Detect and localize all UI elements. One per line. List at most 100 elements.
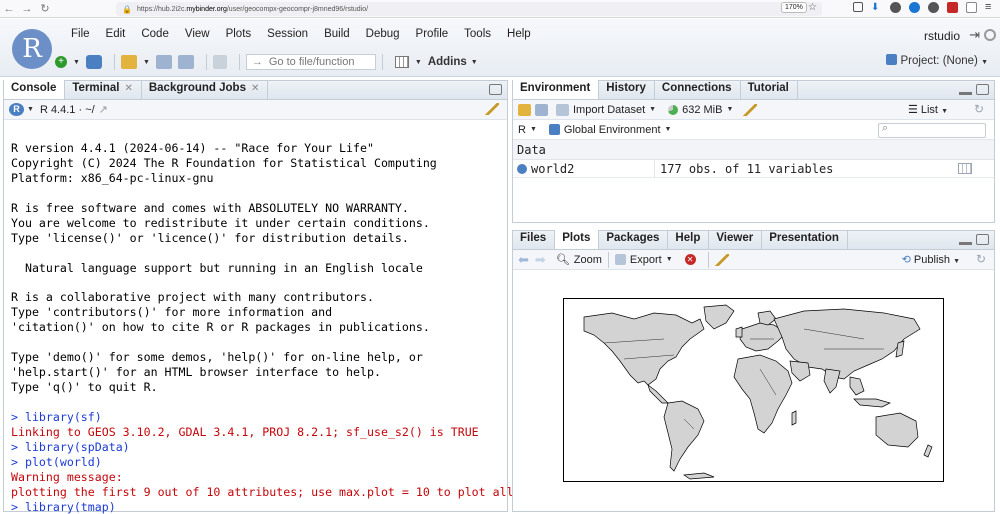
refresh-icon[interactable]: ↻ [976, 252, 986, 266]
open-file-icon[interactable] [120, 55, 137, 69]
chevron-down-icon[interactable]: ▼ [27, 106, 34, 113]
environment-icon [548, 124, 560, 135]
extension-icon[interactable] [890, 2, 901, 13]
tab-background-jobs[interactable]: Background Jobs ✕ [142, 80, 269, 99]
tab-files[interactable]: Files [513, 230, 556, 249]
back-icon[interactable]: ← [0, 3, 18, 15]
zoom-button[interactable]: Zoom [574, 254, 602, 266]
reload-icon[interactable]: ↻ [36, 2, 54, 15]
bookmark-star-icon[interactable]: ☆ [808, 2, 817, 13]
menu-view[interactable]: View [177, 28, 218, 40]
scandinavia-shape [757, 310, 777, 326]
remove-plot-icon[interactable]: ✕ [684, 254, 696, 265]
new-file-icon[interactable]: + [55, 56, 67, 68]
shield-icon[interactable] [947, 2, 958, 13]
console-output-line: 'help.start()' for an HTML browser inter… [11, 365, 381, 380]
menu-code[interactable]: Code [133, 28, 177, 40]
close-icon[interactable]: ✕ [124, 83, 132, 94]
publish-button[interactable]: ⟲ Publish ▼ [902, 253, 966, 266]
restore-pane-icon[interactable] [489, 84, 502, 95]
chevron-down-icon[interactable]: ▼ [73, 59, 80, 66]
environment-search-input[interactable] [878, 122, 986, 138]
sign-out-icon[interactable]: ⇥ [969, 27, 980, 43]
tab-tutorial[interactable]: Tutorial [741, 80, 798, 99]
chevron-down-icon[interactable]: ▼ [530, 126, 537, 133]
table-row[interactable]: world2 177 obs. of 11 variables [513, 159, 994, 178]
south-america-shape [663, 400, 705, 472]
load-workspace-icon[interactable] [518, 103, 531, 116]
tab-presentation[interactable]: Presentation [762, 230, 848, 249]
expand-object-icon[interactable] [517, 163, 527, 174]
forward-icon[interactable]: → [18, 3, 36, 15]
chevron-down-icon[interactable]: ▼ [665, 126, 672, 133]
chevron-down-icon[interactable]: ▼ [666, 256, 673, 263]
save-all-icon[interactable] [177, 55, 194, 69]
menu-help[interactable]: Help [499, 28, 539, 40]
chevron-down-icon[interactable]: ▼ [471, 59, 478, 66]
r-language-icon[interactable]: R [9, 103, 24, 116]
working-directory[interactable]: ~/ [85, 104, 94, 116]
print-icon[interactable] [212, 55, 227, 69]
tab-console[interactable]: Console [4, 80, 66, 99]
arrow-left-icon[interactable]: ⬅ [518, 252, 529, 268]
workspace-panes-icon[interactable] [394, 56, 409, 68]
menu-session[interactable]: Session [259, 28, 316, 40]
tab-connections[interactable]: Connections [655, 80, 741, 99]
main-toolbar: + ▼ ▼ Go to file/function ▼ Addins ▼ [55, 52, 484, 72]
pocket-icon[interactable] [853, 2, 863, 12]
goto-file-input[interactable]: Go to file/function [245, 54, 376, 70]
close-icon[interactable]: ✕ [251, 83, 259, 94]
export-button[interactable]: Export [630, 254, 662, 266]
minimize-pane-icon[interactable] [959, 237, 972, 245]
console-output[interactable]: R version 4.4.1 (2024-06-14) -- "Race fo… [4, 120, 514, 514]
chevron-down-icon[interactable]: ▼ [649, 106, 656, 113]
menu-edit[interactable]: Edit [98, 28, 134, 40]
project-menu[interactable]: Project: (None) ▼ [885, 54, 994, 67]
account-icon[interactable] [909, 2, 920, 13]
clear-console-icon[interactable] [485, 103, 499, 115]
menu-tools[interactable]: Tools [456, 28, 499, 40]
plot-output[interactable] [563, 298, 944, 482]
addon-icon[interactable] [928, 2, 939, 13]
tab-history[interactable]: History [599, 80, 655, 99]
chevron-down-icon[interactable]: ▼ [415, 59, 422, 66]
tab-packages[interactable]: Packages [599, 230, 669, 249]
chevron-down-icon[interactable]: ▼ [143, 59, 150, 66]
download-icon[interactable]: ⬇ [871, 2, 882, 13]
go-to-directory-icon[interactable]: ↗ [99, 103, 108, 116]
madagascar-shape [791, 410, 797, 426]
save-workspace-icon[interactable] [535, 103, 548, 116]
menu-profile[interactable]: Profile [408, 28, 457, 40]
minimize-pane-icon[interactable] [959, 87, 972, 95]
chevron-down-icon[interactable]: ▼ [726, 106, 733, 113]
list-view-menu[interactable]: ☰ List ▼ [908, 103, 954, 116]
clear-environment-icon[interactable] [743, 103, 758, 116]
menu-build[interactable]: Build [316, 28, 358, 40]
zoom-level[interactable]: 170% [781, 2, 807, 13]
arrow-right-icon[interactable]: ➡ [535, 252, 546, 268]
view-data-icon[interactable] [958, 163, 972, 174]
tab-environment[interactable]: Environment [513, 80, 600, 99]
extensions-icon[interactable] [966, 2, 977, 13]
save-icon[interactable] [155, 55, 172, 69]
tab-plots[interactable]: Plots [555, 230, 600, 249]
addins-menu[interactable]: Addins [428, 56, 467, 68]
language-selector[interactable]: R [518, 124, 526, 136]
tab-viewer[interactable]: Viewer [709, 230, 763, 249]
maximize-pane-icon[interactable] [976, 84, 989, 95]
tab-help[interactable]: Help [668, 230, 710, 249]
import-dataset-button[interactable]: Import Dataset [573, 104, 645, 116]
menu-file[interactable]: File [63, 28, 98, 40]
maximize-pane-icon[interactable] [976, 234, 989, 245]
clear-plots-icon[interactable] [714, 253, 729, 266]
memory-usage[interactable]: 632 MiB [682, 104, 722, 116]
menu-debug[interactable]: Debug [358, 28, 408, 40]
tab-terminal[interactable]: Terminal ✕ [65, 80, 142, 99]
address-bar[interactable]: 🔒 https://hub.2i2c. mybinder.org/user/geo… [116, 2, 822, 16]
power-icon[interactable] [984, 29, 996, 41]
global-environment-selector[interactable]: Global Environment [564, 124, 661, 136]
new-project-icon[interactable] [85, 55, 102, 69]
menu-plots[interactable]: Plots [218, 28, 260, 40]
refresh-icon[interactable]: ↻ [974, 102, 984, 116]
hamburger-menu-icon[interactable]: ≡ [985, 2, 996, 13]
